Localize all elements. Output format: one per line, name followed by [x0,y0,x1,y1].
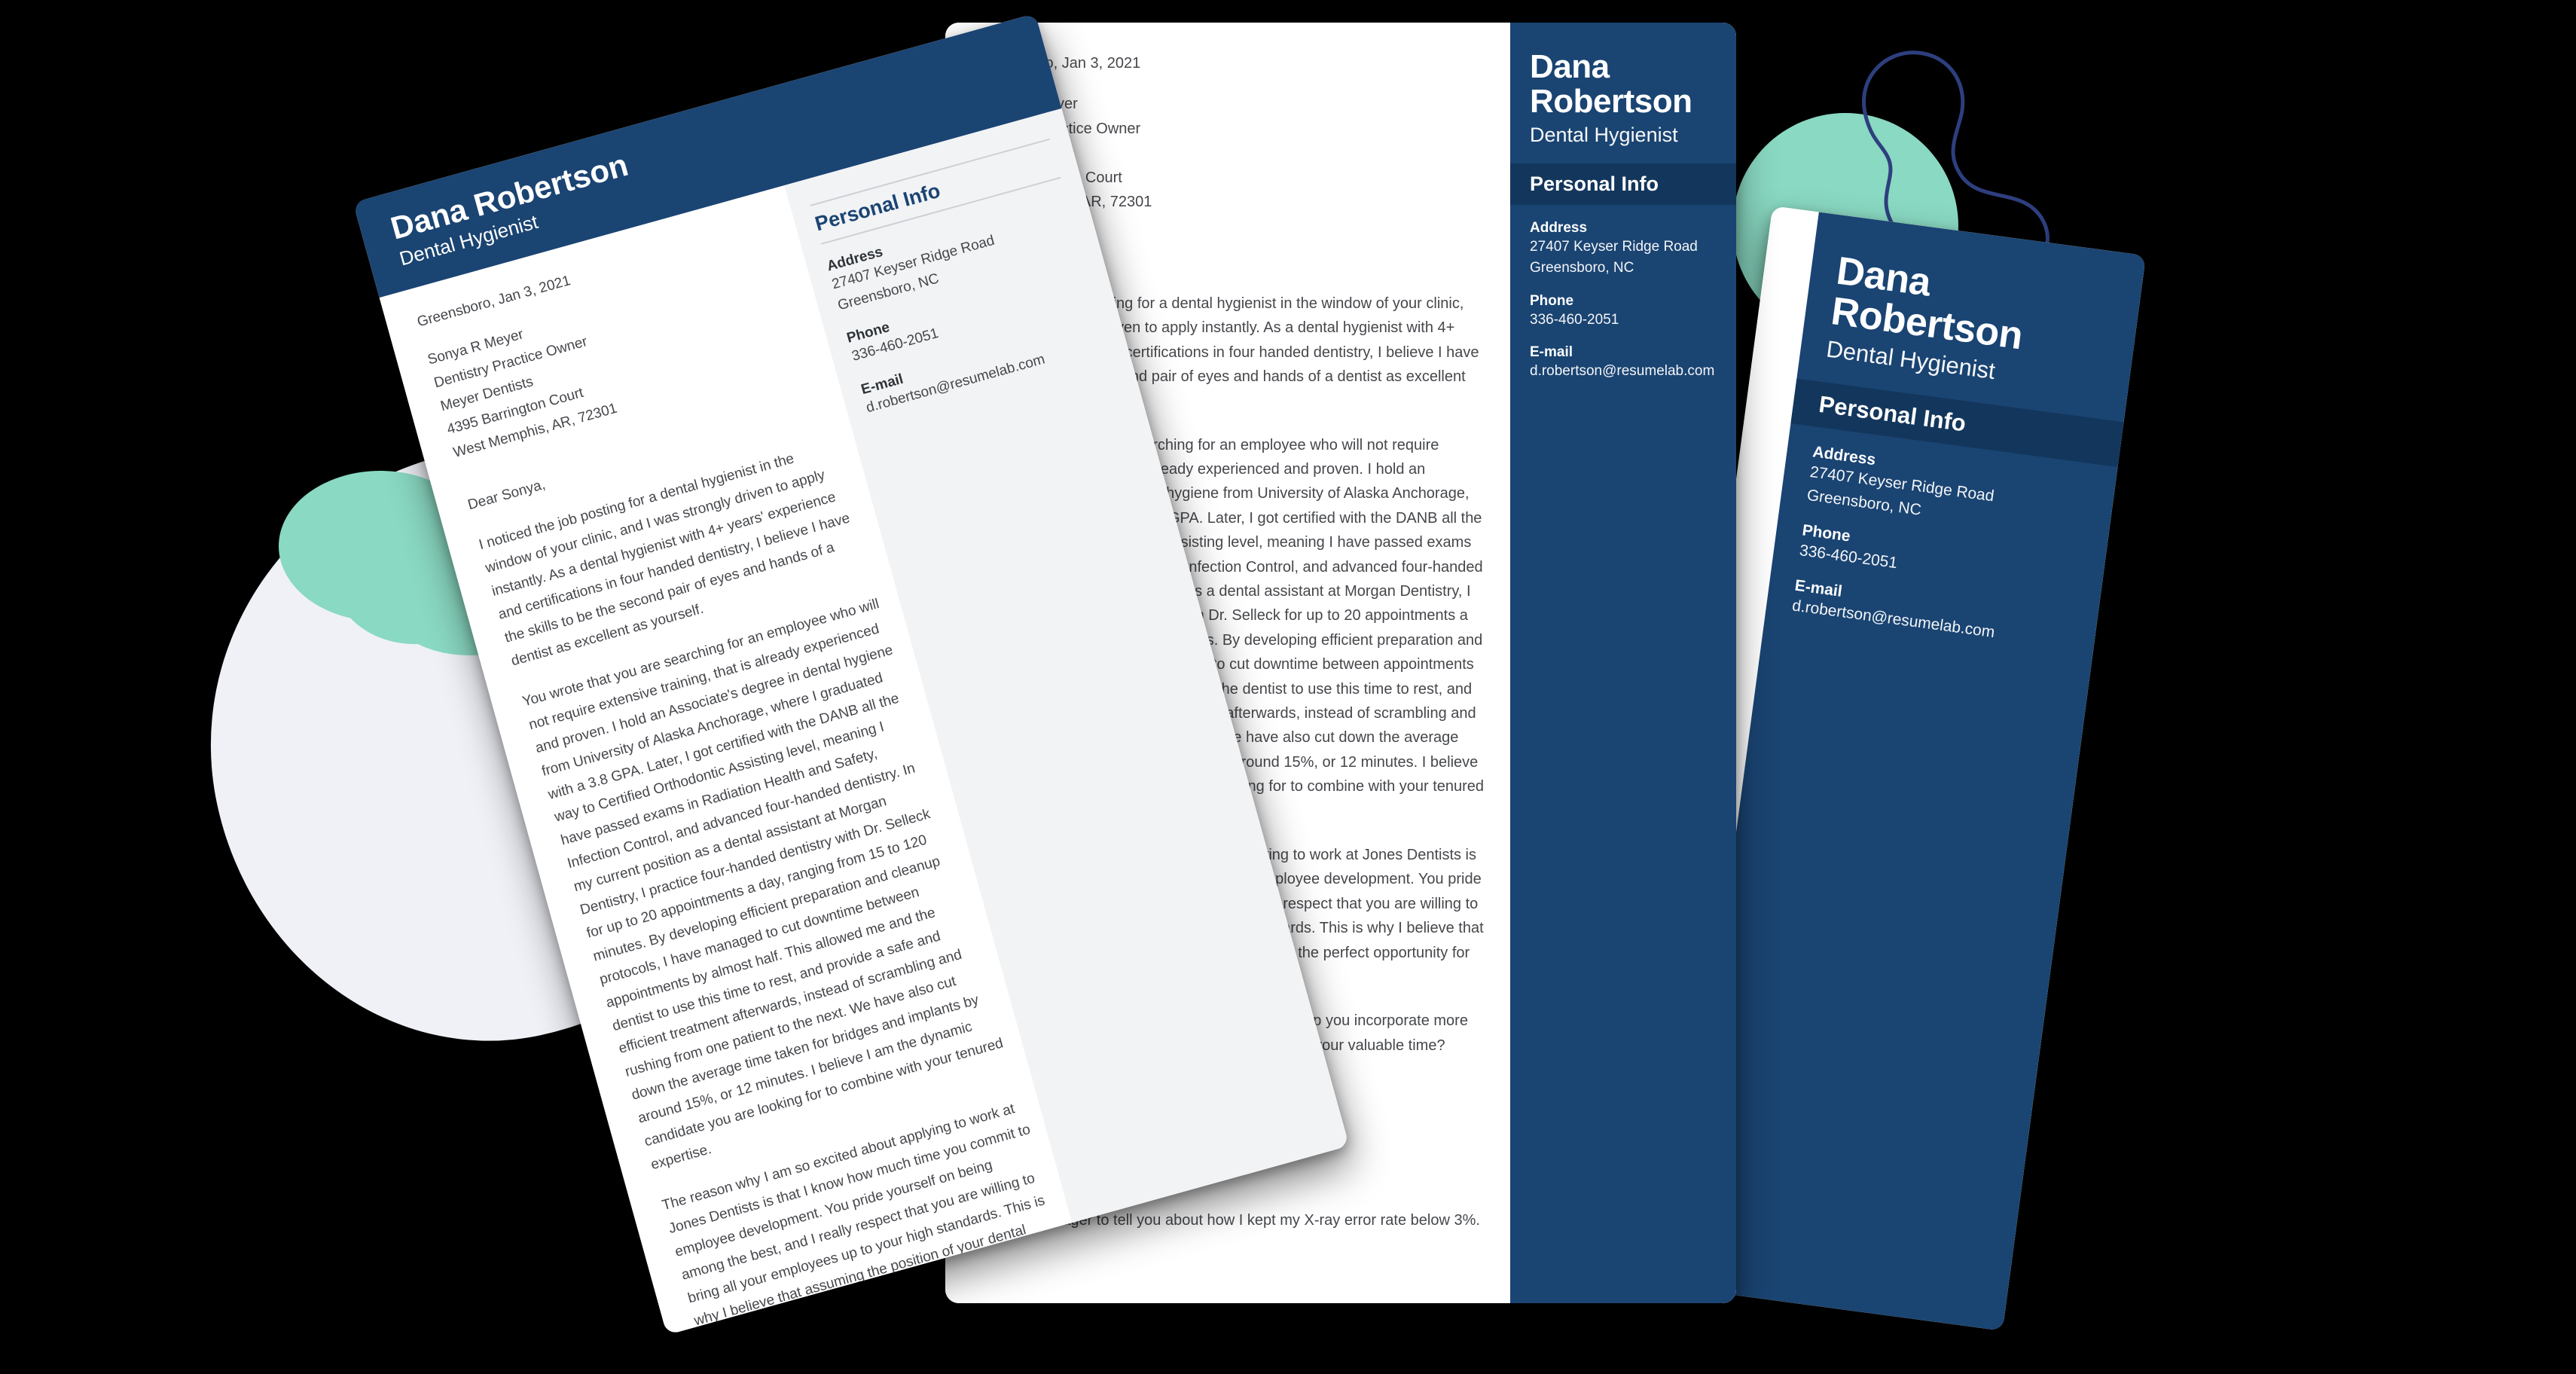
back-card-job-title: Dental Hygienist [1530,123,1678,146]
back-card-sidebar: Dana Robertson Dental Hygienist Personal … [1510,23,1736,1303]
back-card-name: Dana Robertson [1530,48,1692,120]
resume-template-showcase: Dana Robertson Dental Hygienist Personal … [0,0,2576,1374]
back-card-address-line1: 27407 Keyser Ridge Road [1530,238,1698,255]
back-card-email-value: d.robertson@resumelab.com [1530,363,1715,379]
back-card-address-line2: Greensboro, NC [1530,260,1634,276]
right-card-sidebar: Dana Robertson Dental Hygienist Personal … [1675,212,2147,1331]
back-card-address-label: Address [1530,219,1588,236]
back-card-email-label: E-mail [1530,344,1573,360]
back-card-phone-value: 336-460-2051 [1530,311,1619,328]
back-card-personal-info-heading: Personal Info [1510,163,1736,205]
back-card-phone-label: Phone [1530,292,1574,309]
back-card-contact-block: Address 27407 Keyser Ridge Road Greensbo… [1510,205,1736,383]
